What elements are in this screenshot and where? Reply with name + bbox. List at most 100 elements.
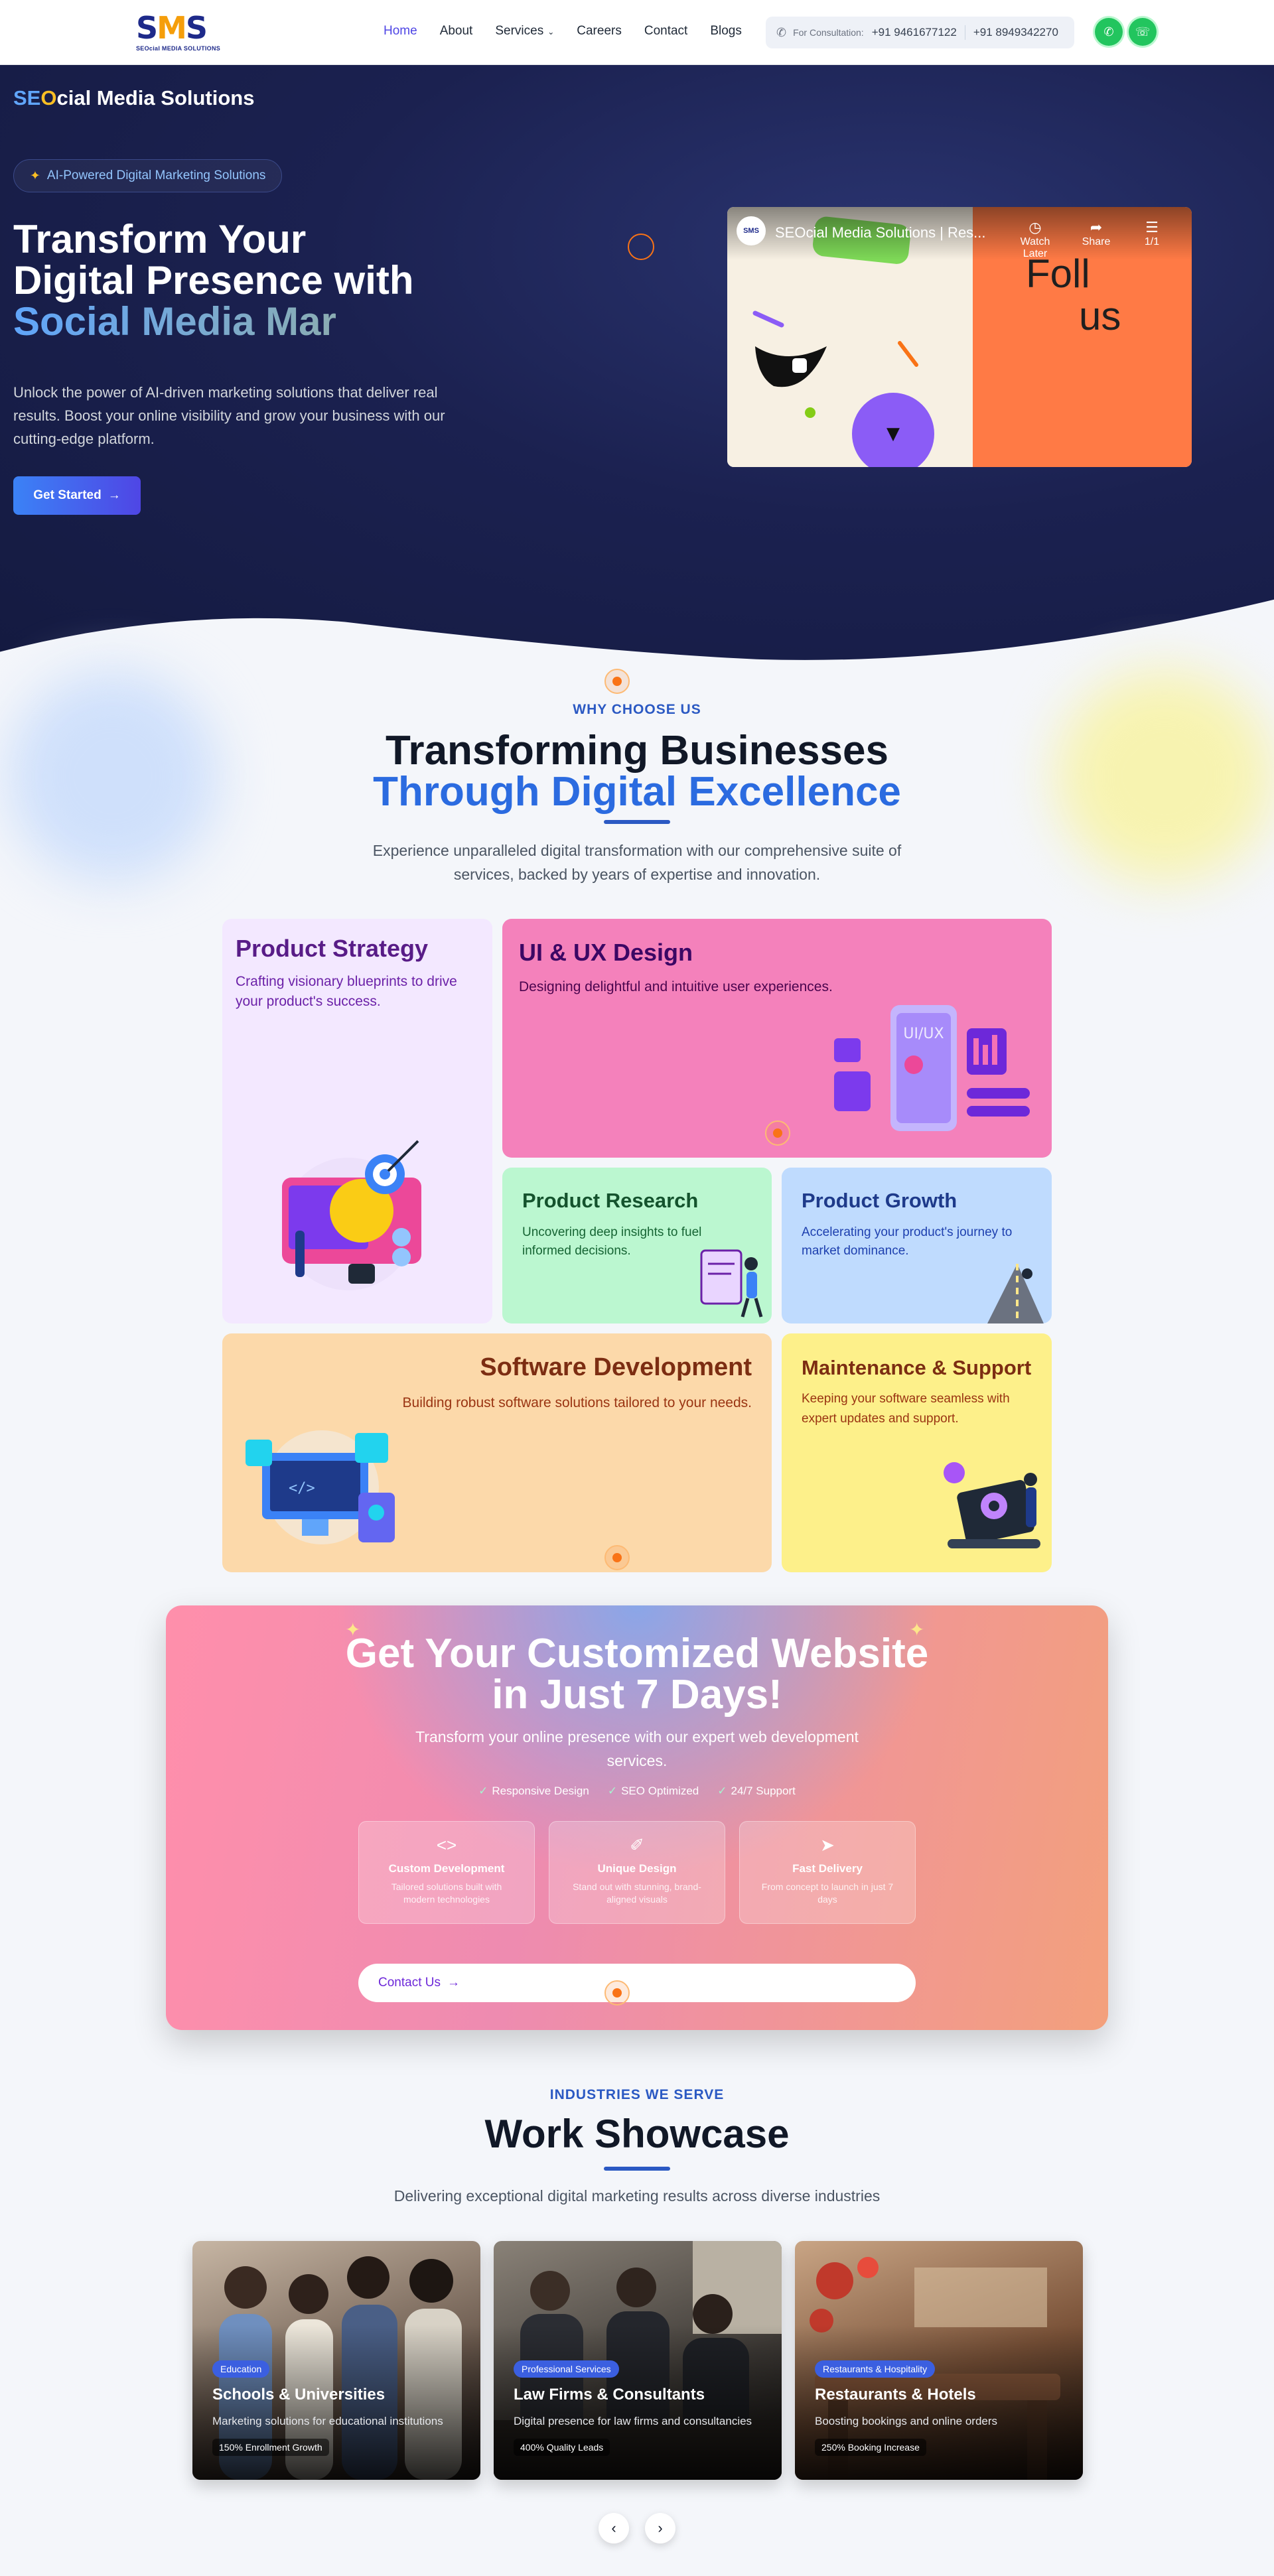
industry-stat: 400% Quality Leads — [514, 2439, 610, 2456]
brand-part-o: O — [40, 86, 57, 109]
carousel-next-button[interactable]: › — [645, 2513, 675, 2543]
site-logo[interactable]: SMS SEOcial MEDIA SOLUTIONS — [136, 12, 222, 54]
feature-description: From concept to launch in just 7 days — [761, 1881, 894, 1905]
service-title: UI & UX Design — [519, 939, 693, 966]
decorative-dot — [765, 1120, 790, 1146]
get-started-button[interactable]: Get Started → — [13, 476, 141, 515]
industry-card-professional-services[interactable]: Professional Services Law Firms & Consul… — [494, 2241, 782, 2480]
title-underline — [604, 2167, 670, 2171]
showcase-eyebrow: INDUSTRIES WE SERVE — [549, 2087, 725, 2102]
service-card-software-development[interactable]: Software Development Building robust sof… — [222, 1333, 772, 1572]
service-description: Keeping your software seamless with expe… — [802, 1392, 1010, 1426]
phone-number-2[interactable]: +91 8949342270 — [973, 26, 1058, 39]
service-description: Accelerating your product's journey to m… — [802, 1225, 1013, 1258]
service-description: Designing delightful and intuitive user … — [519, 979, 833, 994]
whatsapp-button[interactable]: ☏ — [1129, 18, 1157, 46]
industry-title: Schools & Universities — [212, 2386, 386, 2404]
decorative-ring — [628, 234, 654, 260]
code-icon: <> — [436, 1835, 457, 1855]
nav-item-about[interactable]: About — [440, 24, 473, 38]
playlist-count: 1/1 — [1144, 236, 1160, 247]
video-embed[interactable]: ▼ Foll us SMS SEOcial Media Solutions | … — [727, 207, 1192, 467]
strategy-illustration — [282, 1140, 421, 1290]
nav-item-blogs[interactable]: Blogs — [710, 24, 742, 38]
chevron-left-icon: ‹ — [611, 2520, 616, 2536]
promo-title-line-2: in Just 7 Days! — [492, 1672, 782, 1718]
svg-text:</>: </> — [289, 1480, 315, 1497]
rocket-icon: ➤ — [820, 1835, 835, 1855]
promo-chip-label: Responsive Design — [492, 1785, 589, 1797]
industry-card-restaurants[interactable]: Restaurants & Hospitality Restaurants & … — [795, 2241, 1083, 2480]
service-title: Maintenance & Support — [802, 1356, 1032, 1379]
title-underline — [604, 820, 670, 824]
hero-title-line-2: Digital Presence with — [13, 258, 414, 303]
hero-brand: SEOcial Media Solutions — [13, 86, 254, 110]
consultation-box[interactable]: ✆ For Consultation: +91 9461677122 +91 8… — [766, 17, 1074, 48]
video-overlay-text-2: us — [1079, 294, 1121, 338]
uiux-illustration: UI/UX — [834, 1005, 1030, 1131]
nav-item-contact[interactable]: Contact — [644, 24, 687, 38]
industry-description: Boosting bookings and online orders — [815, 2415, 998, 2427]
share-button[interactable]: ➦ Share — [1070, 219, 1123, 248]
showcase-subtitle: Delivering exceptional digital marketing… — [393, 2187, 881, 2204]
feature-unique-design: ✐ Unique Design Stand out with stunning,… — [549, 1821, 725, 1924]
video-title[interactable]: SEOcial Media Solutions | Res... — [775, 224, 986, 241]
contact-us-label: Contact Us — [378, 1976, 441, 1990]
ai-badge: ✦ AI-Powered Digital Marketing Solutions — [13, 159, 283, 192]
whatsapp-icon: ☏ — [1135, 25, 1151, 38]
promo-chip: ✓ 24/7 Support — [717, 1785, 796, 1798]
hero-title: Transform Your Digital Presence with Soc… — [13, 219, 518, 342]
industry-description: Marketing solutions for educational inst… — [212, 2415, 443, 2427]
watch-later-button[interactable]: ◷ Watch Later — [1009, 219, 1062, 260]
feature-description: Stand out with stunning, brand-aligned v… — [573, 1881, 701, 1905]
ai-badge-label: AI-Powered Digital Marketing Solutions — [46, 169, 266, 182]
service-card-product-strategy[interactable]: Product Strategy Crafting visionary blue… — [222, 919, 492, 1323]
logo-subtitle: SEOcial MEDIA SOLUTIONS — [136, 45, 221, 52]
hero-description: Unlock the power of AI-driven marketing … — [13, 384, 445, 447]
promo-chip-label: 24/7 Support — [731, 1785, 796, 1797]
hero-section: SEOcial Media Solutions ✦ AI-Powered Digi… — [0, 65, 1274, 669]
service-card-product-growth[interactable]: Product Growth Accelerating your product… — [782, 1168, 1052, 1323]
share-label: Share — [1082, 236, 1111, 247]
promo-title-line-1: Get Your Customized Website — [345, 1631, 929, 1676]
clock-icon: ◷ — [1028, 219, 1042, 236]
promo-banner: ✦ ✦ Get Your Customized Website in Just … — [166, 1605, 1108, 2030]
contact-us-button[interactable]: Contact Us → — [358, 1964, 916, 2002]
research-illustration — [700, 1249, 763, 1318]
svg-text:UI/UX: UI/UX — [903, 1026, 944, 1042]
service-title: Software Development — [480, 1353, 752, 1381]
feature-name: Custom Development — [388, 1862, 505, 1875]
check-icon: ✓ — [607, 1785, 618, 1797]
service-title: Product Strategy — [236, 935, 429, 962]
why-eyebrow: WHY CHOOSE US — [573, 702, 701, 717]
growth-illustration — [987, 1264, 1044, 1323]
phone-number-1[interactable]: +91 9461677122 — [872, 26, 957, 39]
industry-stat: 150% Enrollment Growth — [212, 2439, 329, 2456]
promo-features-list: ✓ Responsive Design ✓ SEO Optimized ✓ 24/7 … — [166, 1785, 1108, 1798]
promo-title: Get Your Customized Website in Just 7 Da… — [166, 1633, 1108, 1716]
nav-item-home[interactable]: Home — [384, 24, 417, 38]
call-button[interactable]: ✆ — [1095, 18, 1123, 46]
nav-item-services[interactable]: Services ⌄ — [495, 24, 554, 38]
industry-stat: 250% Booking Increase — [815, 2439, 926, 2456]
promo-chip: ✓ Responsive Design — [478, 1785, 589, 1798]
channel-avatar[interactable]: SMS — [737, 216, 766, 245]
why-title-line-1: Transforming Businesses — [385, 728, 889, 774]
feature-custom-development: <> Custom Development Tailored solutions… — [358, 1821, 535, 1924]
playlist-button[interactable]: ☰ 1/1 — [1125, 219, 1178, 248]
main-menu: Home About Services ⌄ Careers Contact Blo… — [384, 24, 764, 38]
decorative-dot — [604, 669, 630, 694]
service-card-maintenance-support[interactable]: Maintenance & Support Keeping your softw… — [782, 1333, 1052, 1572]
consultation-label: For Consultation: — [793, 27, 864, 38]
service-card-ui-ux-design[interactable]: UI & UX Design Designing delightful and … — [502, 919, 1052, 1158]
carousel-prev-button[interactable]: ‹ — [599, 2513, 629, 2543]
nav-item-careers[interactable]: Careers — [577, 24, 622, 38]
promo-subtitle: Transform your online presence with our … — [415, 1728, 859, 1769]
showcase-title: Work Showcase — [484, 2112, 790, 2156]
service-card-product-research[interactable]: Product Research Uncovering deep insight… — [502, 1168, 772, 1323]
why-title: Transforming Businesses Through Digital … — [0, 730, 1274, 813]
industry-card-education[interactable]: Education Schools & Universities Marketi… — [192, 2241, 480, 2480]
industry-title: Law Firms & Consultants — [514, 2386, 705, 2404]
service-title: Product Research — [522, 1189, 699, 1212]
share-icon: ➦ — [1090, 219, 1103, 236]
